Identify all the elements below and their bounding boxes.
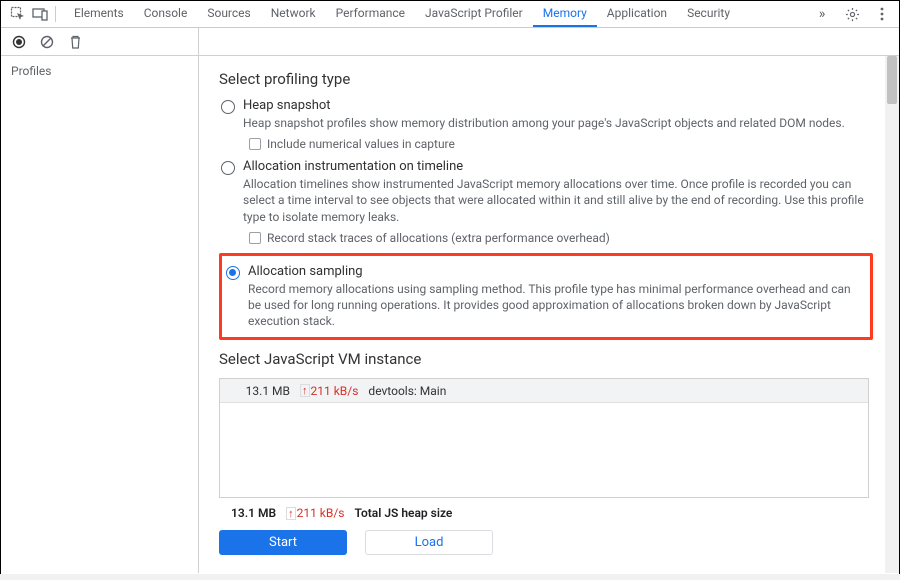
start-button[interactable]: Start — [219, 530, 347, 555]
devtools-tabstrip: Elements Console Sources Network Perform… — [1, 1, 899, 28]
tab-memory[interactable]: Memory — [533, 1, 597, 27]
checkbox-icon[interactable] — [249, 138, 261, 150]
radio-allocation-sampling[interactable] — [226, 266, 240, 280]
heap-summary-line: 13.1 MB ↑ 211 kB/s Total JS heap size — [219, 506, 899, 520]
kebab-menu-icon[interactable] — [871, 3, 893, 25]
vm-rate-value: 211 kB/s — [311, 384, 359, 398]
vm-rate: ↑ 211 kB/s — [300, 384, 358, 398]
tab-sources[interactable]: Sources — [197, 1, 260, 27]
vm-size: 13.1 MB — [234, 384, 290, 398]
option-title: Allocation instrumentation on timeline — [243, 159, 875, 174]
more-tabs-icon[interactable]: » — [811, 3, 833, 25]
heap-rate: ↑ 211 kB/s — [286, 506, 344, 520]
profiles-sidebar: Profiles — [1, 56, 199, 573]
radio-heap-snapshot[interactable] — [221, 100, 235, 114]
load-button[interactable]: Load — [365, 530, 493, 555]
tab-application[interactable]: Application — [597, 1, 677, 27]
tab-elements[interactable]: Elements — [64, 1, 134, 27]
option-title: Allocation sampling — [248, 264, 864, 279]
include-numerical-checkbox-row[interactable]: Include numerical values in capture — [249, 137, 875, 151]
tab-console[interactable]: Console — [134, 1, 198, 27]
record-icon[interactable] — [11, 34, 27, 50]
profiling-type-heading: Select profiling type — [219, 70, 899, 88]
heap-total-size: 13.1 MB — [231, 506, 276, 520]
device-toolbar-icon[interactable] — [29, 3, 51, 25]
sidebar-profiles-heading: Profiles — [1, 60, 198, 82]
tab-security[interactable]: Security — [677, 1, 740, 27]
option-desc: Allocation timelines show instrumented J… — [243, 176, 875, 225]
option-title: Heap snapshot — [243, 98, 875, 113]
memory-toolbar — [1, 28, 899, 56]
vertical-scrollbar[interactable] — [885, 56, 899, 573]
tab-js-profiler[interactable]: JavaScript Profiler — [415, 1, 533, 27]
vm-name: devtools: Main — [368, 384, 446, 398]
checkbox-label: Include numerical values in capture — [267, 137, 455, 151]
divider — [55, 6, 56, 22]
inspect-element-icon[interactable] — [7, 3, 29, 25]
heap-total-label: Total JS heap size — [355, 506, 453, 520]
clear-icon[interactable] — [39, 34, 55, 50]
profiling-option-allocation-sampling[interactable]: Allocation sampling Record memory alloca… — [224, 264, 864, 330]
profiling-option-allocation-timeline[interactable]: Allocation instrumentation on timeline A… — [219, 159, 899, 245]
scrollbar-thumb[interactable] — [887, 56, 897, 104]
option-desc: Record memory allocations using sampling… — [248, 281, 864, 330]
vm-instance-row[interactable]: 13.1 MB ↑ 211 kB/s devtools: Main — [220, 379, 868, 403]
arrow-up-icon: ↑ — [300, 384, 310, 397]
memory-panel-content: Select profiling type Heap snapshot Heap… — [199, 56, 899, 573]
panel-tabs: Elements Console Sources Network Perform… — [64, 1, 811, 27]
delete-icon[interactable] — [67, 34, 83, 50]
settings-gear-icon[interactable] — [841, 3, 863, 25]
tab-network[interactable]: Network — [261, 1, 326, 27]
tab-performance[interactable]: Performance — [326, 1, 415, 27]
arrow-up-icon: ↑ — [286, 507, 296, 520]
profiling-option-heap-snapshot[interactable]: Heap snapshot Heap snapshot profiles sho… — [219, 98, 899, 151]
vm-instance-list[interactable]: 13.1 MB ↑ 211 kB/s devtools: Main — [219, 378, 869, 498]
allocation-sampling-highlight: Allocation sampling Record memory alloca… — [219, 253, 873, 341]
option-desc: Heap snapshot profiles show memory distr… — [243, 115, 875, 131]
checkbox-label: Record stack traces of allocations (extr… — [267, 231, 610, 245]
horizontal-scrollbar-track[interactable] — [0, 574, 900, 580]
vm-instance-heading: Select JavaScript VM instance — [219, 350, 899, 368]
radio-allocation-timeline[interactable] — [221, 161, 235, 175]
heap-rate-value: 211 kB/s — [297, 506, 345, 520]
checkbox-icon[interactable] — [249, 232, 261, 244]
record-stack-traces-checkbox-row[interactable]: Record stack traces of allocations (extr… — [249, 231, 875, 245]
